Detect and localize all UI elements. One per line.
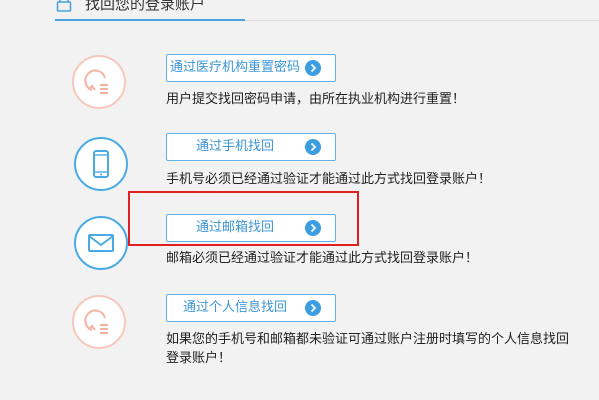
email-option-icon — [74, 216, 128, 270]
reset-icon — [84, 309, 108, 334]
phone-recover-button[interactable]: 通过手机找回 — [166, 133, 336, 161]
phone-recover-label: 通过手机找回 — [195, 139, 274, 154]
highlight-annotation — [128, 191, 359, 246]
description-line: 如果您的手机号和邮箱都未验证可通过账户注册时填写的个人信息找回 — [166, 332, 570, 347]
lock-icon — [56, 0, 72, 12]
header-underline — [55, 19, 245, 21]
arrow-right-icon — [305, 139, 321, 155]
arrow-right-icon — [305, 60, 321, 76]
institution-reset-button[interactable]: 通过医疗机构重置密码 — [166, 54, 336, 82]
personal-info-recover-description: 如果您的手机号和邮箱都未验证可通过账户注册时填写的个人信息找回 登录账户！ — [166, 330, 599, 368]
personal-info-recover-button[interactable]: 通过个人信息找回 — [166, 294, 336, 322]
phone-icon — [93, 150, 109, 178]
description-line: 登录账户！ — [166, 351, 232, 366]
personal-info-recover-label: 通过个人信息找回 — [182, 300, 287, 315]
mail-icon — [88, 234, 114, 252]
page-title: 找回您的登录账户 — [85, 0, 206, 13]
institution-reset-label: 通过医疗机构重置密码 — [169, 60, 300, 75]
phone-recover-description: 手机号必须已经通过验证才能通过此方式找回登录账户！ — [166, 172, 492, 187]
personal-info-option-icon — [72, 295, 126, 349]
email-recover-description: 邮箱必须已经通过验证才能通过此方式找回登录账户！ — [166, 251, 479, 266]
arrow-right-icon — [305, 300, 321, 316]
institution-reset-icon — [72, 55, 126, 109]
institution-reset-description: 用户提交找回密码申请，由所在执业机构进行重置！ — [166, 92, 466, 107]
recover-account-page: 找回您的登录账户 通过医疗机构重置密码 用户提交找回密码申请，由所在执业机构进行… — [0, 0, 599, 400]
reset-icon — [84, 69, 108, 94]
phone-option-icon — [74, 137, 128, 191]
section-header: 找回您的登录账户 — [55, 0, 599, 22]
